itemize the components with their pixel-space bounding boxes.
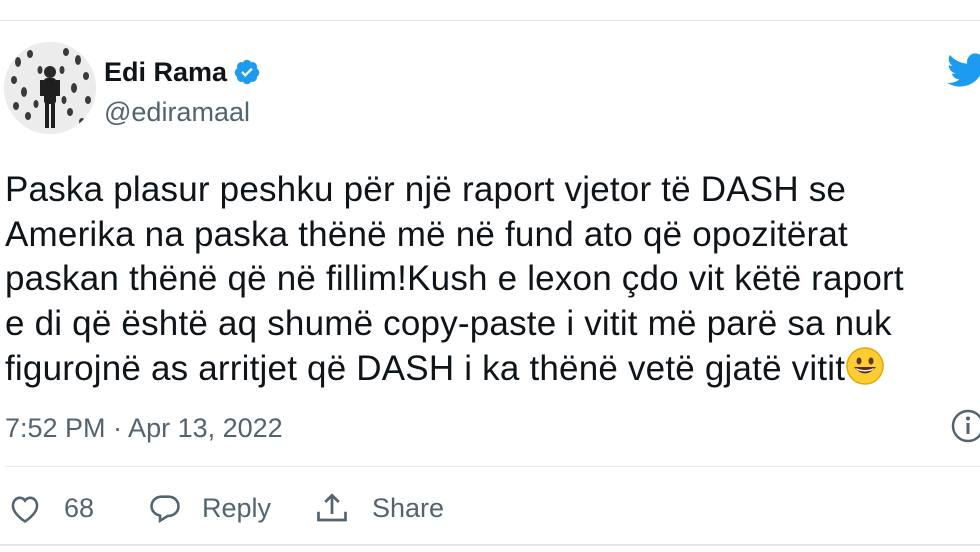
author-handle[interactable]: @ediramaal xyxy=(104,95,261,129)
heart-icon xyxy=(8,492,42,524)
info-icon[interactable] xyxy=(948,406,980,446)
tweet-card: Edi Rama @ediramaal Paska plasur peshku … xyxy=(0,0,980,552)
tweet-line: paskan thënë që në fillim!Kush e lexon ç… xyxy=(5,259,904,298)
reply-bubble-icon xyxy=(148,492,182,524)
name-row: Edi Rama xyxy=(104,55,261,89)
tweet-timestamp[interactable]: 7:52 PM · Apr 13, 2022 xyxy=(5,410,283,446)
action-divider xyxy=(5,466,980,467)
share-icon xyxy=(314,491,350,525)
twitter-bird-icon[interactable] xyxy=(945,52,980,88)
reply-label: Reply xyxy=(202,493,272,523)
tweet-line: Paska plasur peshku për një raport vjeto… xyxy=(5,170,847,209)
top-divider xyxy=(0,20,980,21)
like-count: 68 xyxy=(64,493,95,523)
author-name[interactable]: Edi Rama xyxy=(104,55,227,89)
verified-badge-icon xyxy=(233,58,261,86)
author-block: Edi Rama @ediramaal xyxy=(104,55,261,129)
tweet-line: e di që është aq shumë copy-paste i viti… xyxy=(5,303,892,343)
tweet-line: Amerika na paska thënë më në fund ato që… xyxy=(5,214,848,254)
smiling-face-emoji-icon xyxy=(845,346,885,386)
tweet-last-line: figurojnë as arritjet që DASH i ka thënë… xyxy=(5,346,980,392)
avatar[interactable] xyxy=(4,42,96,134)
like-button[interactable]: 68 xyxy=(8,486,94,530)
tweet-text: Paska plasur peshku për një raport vjeto… xyxy=(5,168,980,392)
share-label: Share xyxy=(372,493,445,523)
share-button[interactable]: Share xyxy=(314,486,444,530)
bottom-divider xyxy=(0,544,980,546)
reply-button[interactable]: Reply xyxy=(148,486,271,530)
tweet-line: figurojnë as arritjet që DASH i ka thënë… xyxy=(5,349,846,388)
